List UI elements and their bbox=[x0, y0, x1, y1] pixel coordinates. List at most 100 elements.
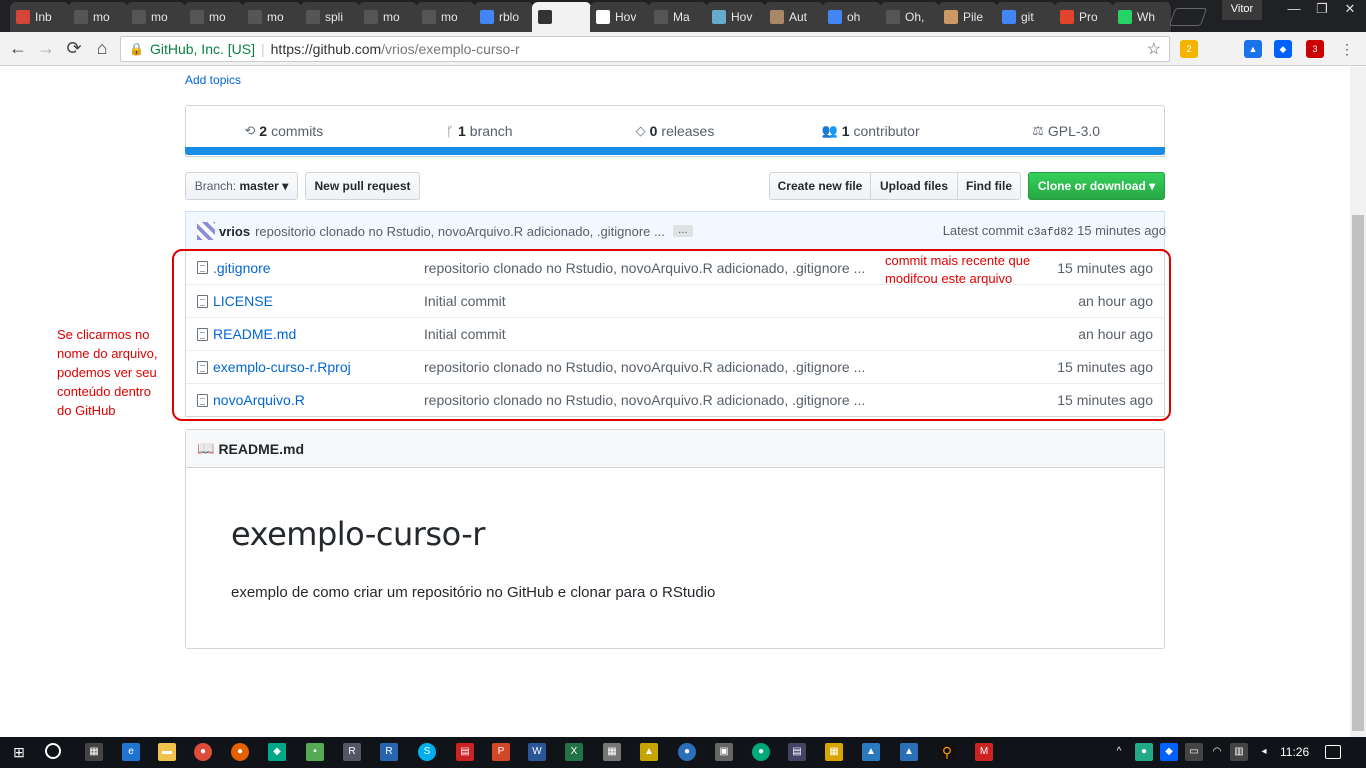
app-icon[interactable]: ▤ bbox=[456, 743, 474, 761]
app-icon[interactable]: ▣ bbox=[715, 743, 733, 761]
new-pull-request-button[interactable]: New pull request bbox=[305, 172, 420, 200]
app-icon[interactable]: ▦ bbox=[825, 743, 843, 761]
commit-author-link[interactable]: vrios bbox=[219, 224, 250, 239]
wifi-icon[interactable]: ◠ bbox=[1208, 743, 1226, 761]
browser-tab[interactable]: oh bbox=[822, 2, 882, 32]
annotation-line: podemos ver seu bbox=[57, 365, 157, 380]
tab-label: Inb bbox=[35, 10, 52, 24]
browser-tab[interactable]: Hov bbox=[590, 2, 650, 32]
address-bar[interactable]: 🔒 GitHub, Inc. [US] | https://github.com… bbox=[120, 36, 1170, 62]
add-topics-link[interactable]: Add topics bbox=[185, 73, 241, 87]
app-icon[interactable]: ● bbox=[752, 743, 770, 761]
extension-notes-icon[interactable]: 2 bbox=[1180, 40, 1198, 58]
excel-icon[interactable]: X bbox=[565, 743, 583, 761]
app-icon[interactable]: ▲ bbox=[900, 743, 918, 761]
close-icon[interactable]: ✕ bbox=[1336, 0, 1364, 20]
volume-icon[interactable]: ◂ bbox=[1255, 743, 1273, 761]
app-icon[interactable]: ▲ bbox=[862, 743, 880, 761]
browser-tab[interactable]: Oh, bbox=[880, 2, 940, 32]
tray-app-icon[interactable]: ● bbox=[1135, 743, 1153, 761]
ublock-icon[interactable]: 3 bbox=[1306, 40, 1324, 58]
back-icon[interactable]: ← bbox=[6, 37, 30, 61]
reload-icon[interactable]: ⟳ bbox=[62, 37, 86, 61]
browser-tab[interactable]: mo bbox=[416, 2, 476, 32]
file-explorer-icon[interactable]: ▬ bbox=[158, 743, 176, 761]
dropbox-icon[interactable]: ◆ bbox=[1274, 40, 1292, 58]
calculator-icon[interactable]: ▦ bbox=[85, 743, 103, 761]
tab-favicon-icon bbox=[190, 10, 204, 24]
extension-shield-icon[interactable]: ▲ bbox=[1244, 40, 1262, 58]
branch-select-button[interactable]: Branch: master ▾ bbox=[185, 172, 298, 200]
new-tab-button[interactable] bbox=[1168, 8, 1208, 26]
browser-tab[interactable]: mo bbox=[68, 2, 128, 32]
tray-app-icon[interactable]: ▥ bbox=[1230, 743, 1248, 761]
skype-icon[interactable]: S bbox=[418, 743, 436, 761]
edge-icon[interactable]: e bbox=[122, 743, 140, 761]
dropbox-tray-icon[interactable]: ◆ bbox=[1160, 743, 1178, 761]
tab-favicon-icon bbox=[306, 10, 320, 24]
create-new-file-button[interactable]: Create new file bbox=[769, 172, 871, 200]
tab-label: mo bbox=[441, 10, 458, 24]
tab-favicon-icon bbox=[422, 10, 436, 24]
browser-tab[interactable]: mo bbox=[242, 2, 302, 32]
chrome-icon[interactable]: ● bbox=[194, 743, 212, 761]
browser-tab[interactable]: mo bbox=[126, 2, 186, 32]
browser-tab[interactable]: mo bbox=[184, 2, 244, 32]
chevron-up-icon[interactable]: ^ bbox=[1110, 743, 1128, 761]
word-icon[interactable]: W bbox=[528, 743, 546, 761]
tab-favicon-icon bbox=[74, 10, 88, 24]
git-icon[interactable]: ◆ bbox=[268, 743, 286, 761]
app-icon[interactable]: ▲ bbox=[640, 743, 658, 761]
powerpoint-icon[interactable]: P bbox=[492, 743, 510, 761]
browser-tab[interactable]: Aut bbox=[764, 2, 824, 32]
notifications-icon[interactable] bbox=[1325, 745, 1341, 759]
summary-count: 2 bbox=[259, 123, 268, 139]
forward-icon[interactable]: → bbox=[34, 37, 58, 61]
commit-expand-button[interactable]: … bbox=[672, 225, 693, 237]
avatar[interactable] bbox=[197, 222, 215, 240]
clone-label: Clone or download bbox=[1037, 179, 1146, 193]
battery-icon[interactable]: ▭ bbox=[1185, 743, 1203, 761]
browser-tab[interactable]: Hov bbox=[706, 2, 766, 32]
language-bar[interactable] bbox=[185, 147, 1165, 155]
search-icon[interactable]: ⚲ bbox=[938, 743, 956, 761]
clone-download-button[interactable]: Clone or download ▾ bbox=[1028, 172, 1165, 200]
restore-icon[interactable]: ❐ bbox=[1308, 0, 1336, 20]
branch-label: Branch: bbox=[194, 179, 237, 193]
browser-tab[interactable]: Inb bbox=[10, 2, 70, 32]
commit-sha-link[interactable]: c3afd82 bbox=[1027, 227, 1073, 239]
bookmark-star-icon[interactable]: ☆ bbox=[1147, 39, 1161, 59]
browser-tab[interactable]: Pile bbox=[938, 2, 998, 32]
firefox-icon[interactable]: ● bbox=[231, 743, 249, 761]
cortana-icon[interactable] bbox=[45, 743, 61, 759]
browser-tab[interactable] bbox=[532, 2, 592, 32]
readme-header: 📖 README.md bbox=[186, 430, 1164, 468]
app-icon[interactable]: ▪ bbox=[306, 743, 324, 761]
rstudio-icon[interactable]: R bbox=[380, 743, 398, 761]
r-icon[interactable]: R bbox=[343, 743, 361, 761]
app-icon[interactable]: ● bbox=[678, 743, 696, 761]
browser-tab[interactable]: git bbox=[996, 2, 1056, 32]
annotation-line: conteúdo dentro bbox=[57, 384, 151, 399]
browser-tab[interactable]: spli bbox=[300, 2, 360, 32]
browser-tab[interactable]: Wh bbox=[1112, 2, 1172, 32]
tab-favicon-icon bbox=[1060, 10, 1074, 24]
profile-button[interactable]: Vitor bbox=[1222, 0, 1262, 20]
home-icon[interactable]: ⌂ bbox=[90, 37, 114, 61]
find-file-button[interactable]: Find file bbox=[957, 172, 1021, 200]
app-icon[interactable]: M bbox=[975, 743, 993, 761]
commit-message-link[interactable]: repositorio clonado no Rstudio, novoArqu… bbox=[255, 224, 665, 239]
browser-tab[interactable]: Pro bbox=[1054, 2, 1114, 32]
page-scrollbar[interactable] bbox=[1350, 67, 1366, 737]
browser-tab[interactable]: Ma bbox=[648, 2, 708, 32]
app-icon[interactable]: ▤ bbox=[788, 743, 806, 761]
upload-files-button[interactable]: Upload files bbox=[870, 172, 958, 200]
menu-icon[interactable]: ⋮ bbox=[1338, 40, 1356, 58]
app-icon[interactable]: ▦ bbox=[603, 743, 621, 761]
minimize-icon[interactable]: — bbox=[1280, 0, 1308, 20]
browser-tab[interactable]: mo bbox=[358, 2, 418, 32]
taskbar-clock[interactable]: 11:26 bbox=[1280, 745, 1309, 759]
scrollbar-thumb[interactable] bbox=[1352, 215, 1364, 731]
windows-start-icon[interactable]: ⊞ bbox=[10, 743, 28, 761]
browser-tab[interactable]: rblo bbox=[474, 2, 534, 32]
